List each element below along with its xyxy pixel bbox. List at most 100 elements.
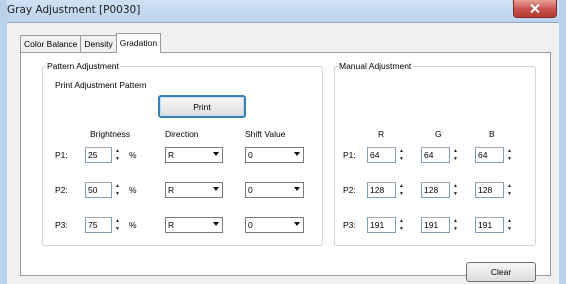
direction-value: R — [168, 185, 175, 195]
b-stepper[interactable]: 64 ▲ ▼ — [475, 147, 515, 163]
print-button-label: Print — [193, 101, 211, 112]
direction-select[interactable]: R — [165, 217, 223, 233]
b-stepper[interactable]: 128 ▲ ▼ — [475, 182, 515, 198]
percent-unit: % — [129, 150, 137, 160]
chevron-down-icon[interactable] — [294, 187, 300, 191]
chevron-down-icon[interactable] — [294, 152, 300, 156]
spin-up-icon[interactable]: ▲ — [396, 217, 407, 225]
spin-up-icon[interactable]: ▲ — [396, 147, 407, 155]
brightness-header: Brightness — [90, 129, 131, 139]
spin-up-icon[interactable]: ▲ — [504, 147, 515, 155]
print-button[interactable]: Print — [158, 95, 246, 118]
manual-row-label: P1: — [343, 150, 356, 160]
g-stepper[interactable]: 191 ▲ ▼ — [421, 217, 461, 233]
b-input[interactable]: 128 — [475, 182, 504, 198]
r-input[interactable]: 191 — [367, 217, 396, 233]
spin-up-icon[interactable]: ▲ — [112, 217, 123, 225]
g-input[interactable]: 64 — [421, 147, 450, 163]
tab-strip: Color Balance Density Gradation — [20, 33, 162, 53]
b-stepper[interactable]: 191 ▲ ▼ — [475, 217, 515, 233]
spin-down-icon[interactable]: ▼ — [504, 225, 515, 233]
print-adjustment-pattern-label: Print Adjustment Pattern — [55, 80, 147, 90]
dialog-window: Gray Adjustment [P0030] Color Balance De… — [0, 0, 566, 284]
close-icon — [530, 4, 540, 13]
g-header: G — [435, 129, 442, 139]
spin-down-icon[interactable]: ▼ — [396, 225, 407, 233]
spin-down-icon[interactable]: ▼ — [450, 190, 461, 198]
spin-up-icon[interactable]: ▲ — [396, 182, 407, 190]
manual-row-label: P3: — [343, 220, 356, 230]
clear-button-label: Clear — [490, 267, 512, 277]
tab-color-balance[interactable]: Color Balance — [20, 35, 82, 53]
shift-value-select[interactable]: 0 — [245, 217, 304, 233]
spin-down-icon[interactable]: ▼ — [396, 190, 407, 198]
pattern-row-label: P3: — [55, 220, 68, 230]
spin-up-icon[interactable]: ▲ — [504, 217, 515, 225]
pattern-row-label: P1: — [55, 150, 68, 160]
shift-value: 0 — [248, 150, 253, 160]
brightness-input[interactable]: 75 — [85, 217, 112, 233]
g-stepper[interactable]: 64 ▲ ▼ — [421, 147, 461, 163]
b-input[interactable]: 64 — [475, 147, 504, 163]
g-stepper[interactable]: 128 ▲ ▼ — [421, 182, 461, 198]
shift-value-select[interactable]: 0 — [245, 147, 304, 163]
shift-value-select[interactable]: 0 — [245, 182, 304, 198]
direction-value: R — [168, 220, 175, 230]
title-bar[interactable]: Gray Adjustment [P0030] — [7, 0, 559, 22]
spin-up-icon[interactable]: ▲ — [504, 182, 515, 190]
brightness-stepper[interactable]: 50 ▲ ▼ — [85, 182, 123, 198]
spin-up-icon[interactable]: ▲ — [450, 147, 461, 155]
direction-value: R — [168, 150, 175, 160]
direction-select[interactable]: R — [165, 147, 223, 163]
percent-unit: % — [129, 220, 137, 230]
r-header: R — [378, 129, 385, 139]
b-input[interactable]: 191 — [475, 217, 504, 233]
spin-down-icon[interactable]: ▼ — [450, 225, 461, 233]
pattern-adjustment-title: Pattern Adjustment — [46, 61, 120, 72]
pattern-adjustment-group: Pattern Adjustment Print Adjustment Patt… — [42, 61, 323, 246]
pattern-row-label: P2: — [55, 185, 68, 195]
clear-button[interactable]: Clear — [466, 262, 536, 282]
spin-down-icon[interactable]: ▼ — [450, 155, 461, 163]
shift-value-header: Shift Value — [245, 129, 286, 139]
brightness-stepper[interactable]: 75 ▲ ▼ — [85, 217, 123, 233]
close-button[interactable] — [513, 0, 557, 18]
brightness-stepper[interactable]: 25 ▲ ▼ — [85, 147, 123, 163]
shift-value: 0 — [248, 185, 253, 195]
brightness-input[interactable]: 25 — [85, 147, 112, 163]
manual-adjustment-title: Manual Adjustment — [338, 61, 413, 72]
spin-up-icon[interactable]: ▲ — [450, 217, 461, 225]
r-input[interactable]: 128 — [367, 182, 396, 198]
spin-up-icon[interactable]: ▲ — [450, 182, 461, 190]
manual-adjustment-group: Manual Adjustment R G B P1: 64 ▲ ▼ 64 ▲ ▼ — [334, 61, 536, 246]
spin-up-icon[interactable]: ▲ — [112, 182, 123, 190]
tab-density[interactable]: Density — [80, 35, 117, 53]
r-input[interactable]: 64 — [367, 147, 396, 163]
r-stepper[interactable]: 128 ▲ ▼ — [367, 182, 407, 198]
chevron-down-icon[interactable] — [213, 152, 219, 156]
spin-down-icon[interactable]: ▼ — [112, 155, 123, 163]
spin-up-icon[interactable]: ▲ — [112, 147, 123, 155]
r-stepper[interactable]: 64 ▲ ▼ — [367, 147, 407, 163]
chevron-down-icon[interactable] — [294, 222, 300, 226]
g-input[interactable]: 191 — [421, 217, 450, 233]
manual-row-label: P2: — [343, 185, 356, 195]
window-title: Gray Adjustment [P0030] — [7, 4, 141, 16]
spin-down-icon[interactable]: ▼ — [504, 155, 515, 163]
dialog-client: Color Balance Density Gradation Pattern … — [7, 22, 559, 284]
chevron-down-icon[interactable] — [213, 222, 219, 226]
r-stepper[interactable]: 191 ▲ ▼ — [367, 217, 407, 233]
shift-value: 0 — [248, 220, 253, 230]
spin-down-icon[interactable]: ▼ — [112, 190, 123, 198]
g-input[interactable]: 128 — [421, 182, 450, 198]
spin-down-icon[interactable]: ▼ — [112, 225, 123, 233]
percent-unit: % — [129, 185, 137, 195]
tab-gradation[interactable]: Gradation — [115, 33, 162, 53]
b-header: B — [489, 129, 495, 139]
spin-down-icon[interactable]: ▼ — [504, 190, 515, 198]
chevron-down-icon[interactable] — [213, 187, 219, 191]
direction-select[interactable]: R — [165, 182, 223, 198]
brightness-input[interactable]: 50 — [85, 182, 112, 198]
spin-down-icon[interactable]: ▼ — [396, 155, 407, 163]
gradation-tab-page: Pattern Adjustment Print Adjustment Patt… — [20, 52, 551, 282]
